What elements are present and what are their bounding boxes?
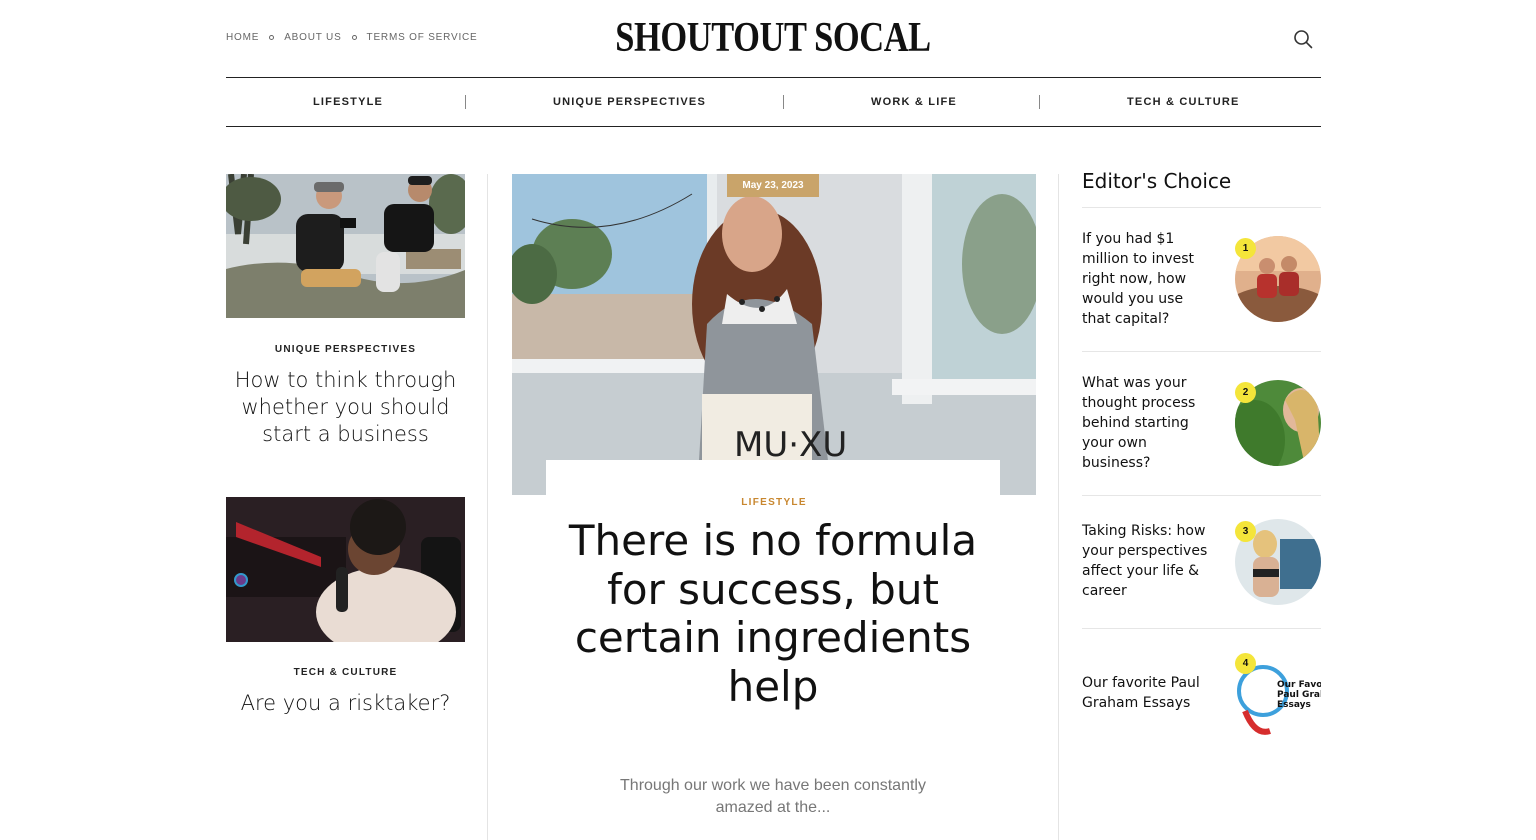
nav-work-life[interactable]: WORK & LIFE: [871, 78, 957, 126]
nav-separator: [783, 95, 784, 109]
post-title[interactable]: How to think through whether you should …: [226, 367, 465, 448]
featured-image[interactable]: MU·XU: [512, 174, 1036, 495]
post-category[interactable]: TECH & CULTURE: [226, 667, 465, 678]
rank-badge: 4: [1235, 653, 1256, 674]
editors-choice-item[interactable]: Taking Risks: how your perspectives affe…: [1082, 519, 1321, 611]
main-nav: LIFESTYLE UNIQUE PERSPECTIVES WORK & LIF…: [226, 77, 1321, 127]
editors-choice-item[interactable]: What was your thought process behind sta…: [1082, 373, 1321, 473]
thumb-text: Our Favo: [1277, 680, 1321, 690]
divider: [1082, 628, 1321, 629]
featured-category[interactable]: LIFESTYLE: [512, 497, 1036, 508]
nav-separator: [1039, 95, 1040, 109]
featured-title[interactable]: There is no formula for success, but cer…: [540, 516, 1006, 711]
thumb-text: Essays: [1277, 700, 1311, 710]
editors-choice-item[interactable]: Our favorite Paul Graham Essays Our Favo…: [1082, 651, 1321, 753]
editors-choice-heading: Editor's Choice: [1082, 169, 1232, 193]
post-thumbnail[interactable]: [226, 497, 465, 642]
column-divider: [1058, 174, 1059, 840]
column-divider: [487, 174, 488, 840]
post-category[interactable]: UNIQUE PERSPECTIVES: [226, 344, 465, 355]
nav-separator: [465, 95, 466, 109]
rank-badge: 1: [1235, 238, 1256, 259]
thumb-text: Paul Grah: [1277, 690, 1321, 700]
rank-badge: 3: [1235, 521, 1256, 542]
post-title[interactable]: Are you a risktaker?: [226, 690, 465, 717]
editors-choice-title[interactable]: Our favorite Paul Graham Essays: [1082, 673, 1212, 713]
divider: [1082, 207, 1321, 208]
divider: [1082, 495, 1321, 496]
featured-excerpt: Through our work we have been constantly…: [620, 777, 926, 816]
post-image-toast: [226, 174, 465, 318]
divider: [1082, 351, 1321, 352]
site-logo[interactable]: SHOUTOUT SOCAL: [139, 14, 1407, 62]
bag-text: MU·XU: [734, 425, 847, 465]
featured-card-background: [546, 460, 1000, 500]
editors-choice-item[interactable]: If you had $1 million to invest right no…: [1082, 229, 1321, 329]
nav-tech-culture[interactable]: TECH & CULTURE: [1127, 78, 1240, 126]
post-thumbnail[interactable]: [226, 174, 465, 318]
date-badge: May 23, 2023: [727, 174, 819, 197]
editors-choice-title[interactable]: If you had $1 million to invest right no…: [1082, 229, 1212, 329]
nav-lifestyle[interactable]: LIFESTYLE: [313, 78, 383, 126]
featured-photo: MU·XU: [512, 174, 1036, 495]
editors-choice-title[interactable]: Taking Risks: how your perspectives affe…: [1082, 521, 1212, 601]
post-image-podcast: [226, 497, 465, 642]
rank-badge: 2: [1235, 382, 1256, 403]
editors-choice-title[interactable]: What was your thought process behind sta…: [1082, 373, 1212, 473]
nav-unique-perspectives[interactable]: UNIQUE PERSPECTIVES: [553, 78, 706, 126]
search-icon[interactable]: [1293, 29, 1313, 49]
